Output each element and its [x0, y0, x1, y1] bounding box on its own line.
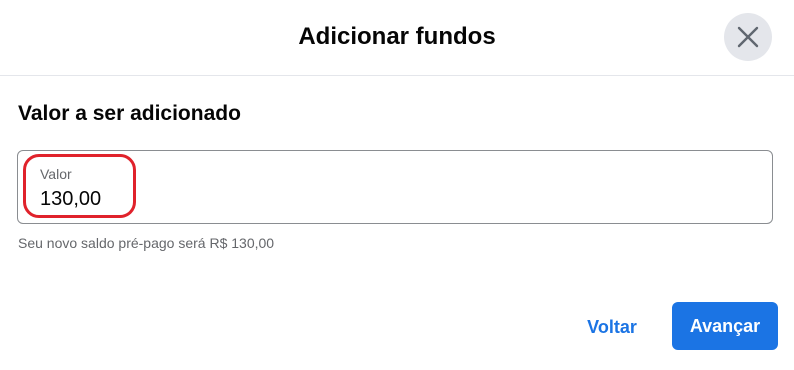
back-button[interactable]: Voltar [572, 304, 652, 350]
close-button[interactable] [724, 13, 772, 61]
close-icon [737, 26, 759, 48]
section-title: Valor a ser adicionado [18, 102, 241, 125]
next-button[interactable]: Avançar [672, 302, 778, 350]
dialog-title: Adicionar fundos [298, 23, 496, 50]
amount-field-value[interactable]: 130,00 [40, 186, 101, 212]
dialog-header: Adicionar fundos [0, 0, 794, 76]
new-balance-helper-text: Seu novo saldo pré-pago será R$ 130,00 [18, 235, 275, 251]
add-funds-dialog: Adicionar fundos Valor a ser adicionado … [0, 0, 794, 370]
amount-field-label: Valor [40, 166, 72, 182]
amount-input[interactable]: Valor 130,00 [17, 150, 773, 224]
